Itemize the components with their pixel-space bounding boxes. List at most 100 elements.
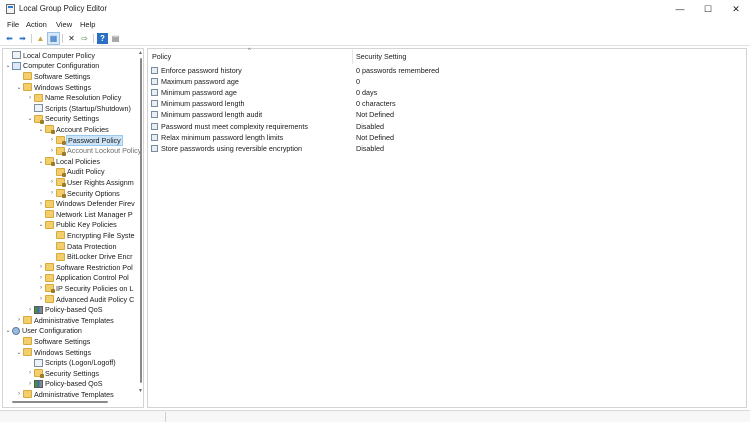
tree-item[interactable]: Scripts (Logon/Logoff) [26, 357, 116, 368]
tree-item[interactable]: Software Settings [15, 71, 90, 82]
tree-item[interactable]: › Security Options [48, 188, 120, 199]
collapsed-chevron-icon[interactable]: › [26, 305, 34, 315]
collapsed-chevron-icon[interactable]: › [26, 93, 34, 103]
menu-action[interactable]: Action [26, 20, 47, 29]
up-folder-icon[interactable]: ▲ [35, 33, 46, 44]
policy-row[interactable]: Store passwords using reversible encrypt… [150, 143, 740, 154]
policy-row[interactable]: Password must meet complexity requiremen… [150, 121, 740, 132]
tree-horizontal-scrollbar[interactable] [4, 398, 137, 406]
delete-icon[interactable]: ✕ [66, 33, 77, 44]
minimize-button[interactable]: — [666, 0, 694, 18]
expanded-chevron-icon[interactable]: ⌄ [37, 156, 45, 166]
policy-row[interactable]: Minimum password length 0 characters [150, 98, 740, 109]
tree-item[interactable]: › Name Resolution Policy [26, 92, 121, 103]
tree-item[interactable]: › Administrative Templates [15, 315, 114, 326]
console-tree[interactable]: Local Computer Policy ⌄ Computer Configura… [2, 48, 144, 408]
expanded-chevron-icon[interactable]: ⌄ [4, 61, 12, 71]
collapsed-chevron-icon[interactable]: › [26, 368, 34, 378]
expanded-chevron-icon[interactable]: ⌄ [15, 82, 23, 92]
scroll-thumb[interactable] [140, 58, 142, 383]
details-pane: Policy ^ Security Setting Enforce passwo… [147, 48, 747, 408]
tree-item[interactable]: ⌄ Public Key Policies [37, 220, 116, 231]
policy-row[interactable]: Minimum password age 0 days [150, 87, 740, 98]
tree-item[interactable]: › Policy-based QoS [26, 304, 103, 315]
forward-icon[interactable]: ➡ [17, 33, 28, 44]
tree-item[interactable]: › Advanced Audit Policy C [37, 294, 134, 305]
tree-item[interactable]: › Account Lockout Policy [48, 145, 141, 156]
collapsed-chevron-icon[interactable]: › [48, 188, 56, 198]
tree-item[interactable]: ⌄ Computer Configuration [4, 61, 99, 72]
properties-icon[interactable]: ▤ [110, 33, 121, 44]
tree-item[interactable]: › Password Policy [48, 134, 123, 146]
tree-item[interactable]: › User Rights Assignm [48, 177, 134, 188]
close-button[interactable]: ✕ [722, 0, 750, 18]
expanded-chevron-icon[interactable]: ⌄ [15, 347, 23, 357]
tree-item-label: User Rights Assignm [67, 177, 134, 187]
show-hide-tree-icon[interactable]: ▦ [47, 32, 60, 45]
collapsed-chevron-icon[interactable]: › [26, 379, 34, 389]
expanded-chevron-icon[interactable]: ⌄ [26, 114, 34, 124]
tree-item-label: Security Settings [45, 114, 99, 124]
tree-item[interactable]: Data Protection [48, 241, 117, 252]
tree-item[interactable]: Network List Manager P [37, 209, 133, 220]
scroll-up-icon[interactable]: ▲ [138, 50, 143, 56]
collapsed-chevron-icon[interactable]: › [37, 283, 45, 293]
qos-icon [34, 379, 43, 388]
tree-item[interactable]: Local Computer Policy [4, 50, 95, 61]
expanded-chevron-icon[interactable]: ⌄ [4, 326, 12, 336]
policy-row[interactable]: Relax minimum password length limits Not … [150, 132, 740, 143]
tree-vertical-scrollbar[interactable]: ▲ ▼ [137, 50, 143, 396]
collapsed-chevron-icon[interactable]: › [48, 177, 56, 187]
tree-item[interactable]: › Security Settings [26, 368, 99, 379]
column-header-security-setting[interactable]: Security Setting [356, 52, 406, 63]
column-header-policy[interactable]: Policy [152, 52, 171, 63]
tree-item[interactable]: ⌄ Local Policies [37, 156, 100, 167]
policy-row[interactable]: Minimum password length audit Not Defined [150, 109, 740, 120]
scroll-thumb[interactable] [12, 401, 108, 403]
tree-item[interactable]: › Windows Defender Firev [37, 198, 135, 209]
tree-item-label: Name Resolution Policy [45, 93, 122, 103]
policy-setting-icon [151, 144, 158, 152]
collapsed-chevron-icon[interactable]: › [37, 294, 45, 304]
tree-item[interactable]: › Software Restriction Pol [37, 262, 133, 273]
tree-item[interactable]: › IP Security Policies on L [37, 283, 133, 294]
tree-item[interactable]: Software Settings [15, 336, 90, 347]
help-icon[interactable]: ? [97, 33, 108, 44]
tree-item[interactable]: BitLocker Drive Encr [48, 251, 133, 262]
tree-item[interactable]: Scripts (Startup/Shutdown) [26, 103, 131, 114]
collapsed-chevron-icon[interactable]: › [48, 146, 56, 156]
tree-item[interactable]: › Policy-based QoS [26, 379, 103, 390]
tree-item-label: Administrative Templates [34, 315, 114, 325]
collapsed-chevron-icon[interactable]: › [48, 135, 56, 145]
menu-file[interactable]: File [7, 20, 19, 29]
expanded-chevron-icon[interactable]: ⌄ [37, 124, 45, 134]
scroll-down-icon[interactable]: ▼ [138, 388, 143, 394]
folder-icon [23, 337, 32, 346]
collapsed-chevron-icon[interactable]: › [37, 262, 45, 272]
export-list-icon[interactable]: ⇨ [79, 33, 90, 44]
tree-item-label: Network List Manager P [56, 209, 133, 219]
tree-item[interactable]: Encrypting File Syste [48, 230, 135, 241]
back-icon[interactable]: ⬅ [4, 33, 15, 44]
tree-item[interactable]: › Application Control Pol [37, 273, 129, 284]
tree-item[interactable]: ⌄ Security Settings [26, 114, 99, 125]
tree-item[interactable]: ⌄ Account Policies [37, 124, 109, 135]
expanded-chevron-icon[interactable]: ⌄ [37, 220, 45, 230]
doc-icon [34, 358, 43, 367]
collapsed-chevron-icon[interactable]: › [37, 199, 45, 209]
collapsed-chevron-icon[interactable]: › [37, 273, 45, 283]
maximize-button[interactable]: ☐ [694, 0, 722, 18]
menu-help[interactable]: Help [80, 20, 95, 29]
policy-row[interactable]: Enforce password history 0 passwords reme… [150, 65, 740, 76]
tree-item[interactable]: Audit Policy [48, 167, 105, 178]
collapsed-chevron-icon[interactable]: › [15, 315, 23, 325]
column-divider[interactable] [352, 50, 353, 64]
policy-row[interactable]: Maximum password age 0 [150, 76, 740, 87]
tree-item[interactable]: ⌄ Windows Settings [15, 347, 91, 358]
tree-item[interactable]: ⌄ User Configuration [4, 326, 81, 337]
app-icon [6, 4, 15, 14]
menu-view[interactable]: View [56, 20, 72, 29]
tree-item-label: Password Policy [66, 134, 123, 146]
tree-item[interactable]: ⌄ Windows Settings [15, 82, 91, 93]
